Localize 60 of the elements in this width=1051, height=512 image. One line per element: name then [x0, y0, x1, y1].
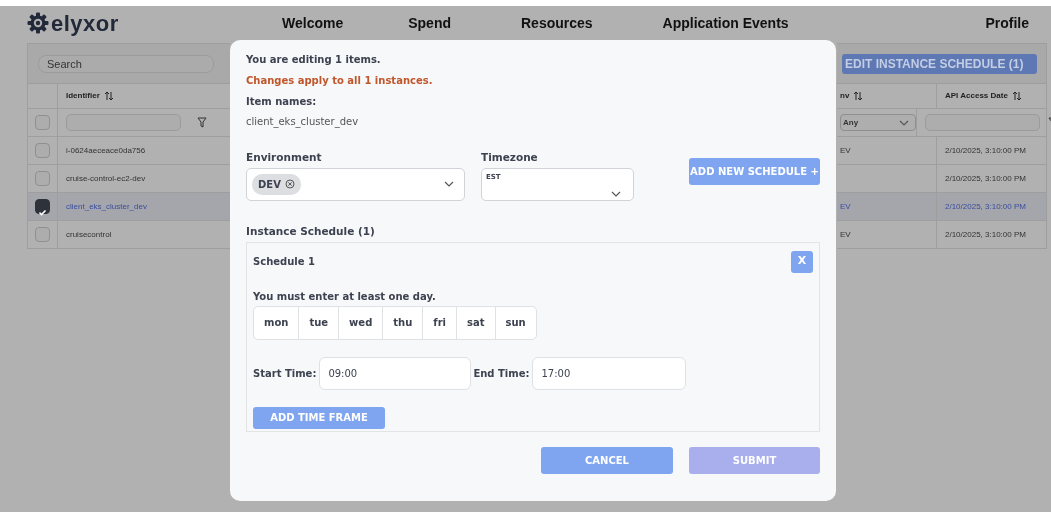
field-label: Timezone	[481, 150, 539, 165]
table-cell: EV	[840, 200, 851, 213]
table-cell-text: client_eks_cluster_dev	[65, 200, 148, 213]
nav-link[interactable]: Resources	[521, 12, 593, 34]
day-toggle[interactable]: fri	[423, 306, 458, 339]
sort-icon[interactable]	[853, 91, 864, 101]
field-label: End Time:	[473, 366, 530, 381]
table-row[interactable]: cruisecontrol	[27, 221, 230, 249]
brand-name: elyxor	[51, 9, 119, 38]
column-header[interactable]: nv	[840, 90, 850, 102]
day-toggle[interactable]: sun	[495, 306, 536, 339]
table-cell-text: cruisecontrol	[65, 228, 113, 241]
warning-text: Changes apply to all 1 instances.	[246, 74, 434, 88]
field-label: Environment	[246, 150, 323, 165]
intro-text: You are editing 1 items.	[246, 53, 382, 67]
column-header[interactable]: Identifier	[66, 90, 100, 102]
table-cell: EV	[840, 228, 851, 241]
item-names-text: client_eks_cluster_dev	[246, 115, 360, 129]
day-toggle[interactable]: wed	[339, 306, 384, 339]
checkbox[interactable]	[35, 115, 50, 130]
sort-icon[interactable]	[103, 91, 114, 101]
column-header[interactable]: API Access Date	[945, 90, 1008, 102]
start-time-field[interactable]: 09:00	[319, 356, 472, 390]
nav-link[interactable]: Welcome	[282, 12, 344, 34]
search-field[interactable]: Search	[38, 54, 214, 73]
table-cell-text: cruise-control-ec2-dev	[65, 172, 147, 185]
checkbox[interactable]	[35, 227, 50, 242]
checkbox[interactable]	[35, 199, 50, 214]
filter-select[interactable]: Any	[840, 114, 916, 131]
table-cell: 2/10/2025, 3:10:00 PM	[945, 228, 1026, 241]
section-heading: Instance Schedule (1)	[246, 223, 376, 239]
nav-link[interactable]: Spend	[408, 12, 451, 34]
table-cell: 2/10/2025, 3:10:00 PM	[945, 172, 1026, 185]
day-toggle[interactable]: sat	[457, 306, 496, 339]
remove-tag-icon[interactable]	[284, 179, 295, 190]
item-names-label: Item names:	[246, 95, 318, 109]
checkbox[interactable]	[35, 171, 50, 186]
chevron-down-icon	[611, 191, 621, 198]
table-cell: 2/10/2025, 3:10:00 PM	[945, 200, 1026, 213]
table-cell: 2/10/2025, 3:10:00 PM	[945, 144, 1026, 157]
gear-logo-icon	[27, 12, 49, 34]
day-toggle[interactable]: thu	[383, 306, 424, 339]
validation-text: You must enter at least one day.	[253, 289, 437, 304]
end-time-field[interactable]: 17:00	[532, 356, 687, 390]
sort-icon[interactable]	[1011, 91, 1022, 101]
chevron-down-icon	[899, 119, 909, 126]
day-toggle[interactable]: tue	[299, 306, 340, 339]
checkbox[interactable]	[35, 143, 50, 158]
environment-tag[interactable]: DEV	[252, 173, 301, 195]
nav-link[interactable]: Profile	[985, 12, 1029, 34]
table-cell: EV	[840, 144, 851, 157]
field-label: Start Time:	[253, 366, 317, 381]
table-row[interactable]: i-0624aeceace0da756	[27, 137, 230, 165]
day-toggle[interactable]: mon	[254, 306, 300, 339]
nav-link[interactable]: Application Events	[662, 12, 789, 34]
table-row[interactable]: cruise-control-ec2-dev	[27, 165, 230, 193]
environment-select[interactable]: DEV	[246, 167, 465, 201]
chevron-down-icon	[444, 181, 454, 188]
schedule-title: Schedule 1	[253, 255, 315, 269]
table-cell-text: i-0624aeceace0da756	[65, 144, 147, 157]
